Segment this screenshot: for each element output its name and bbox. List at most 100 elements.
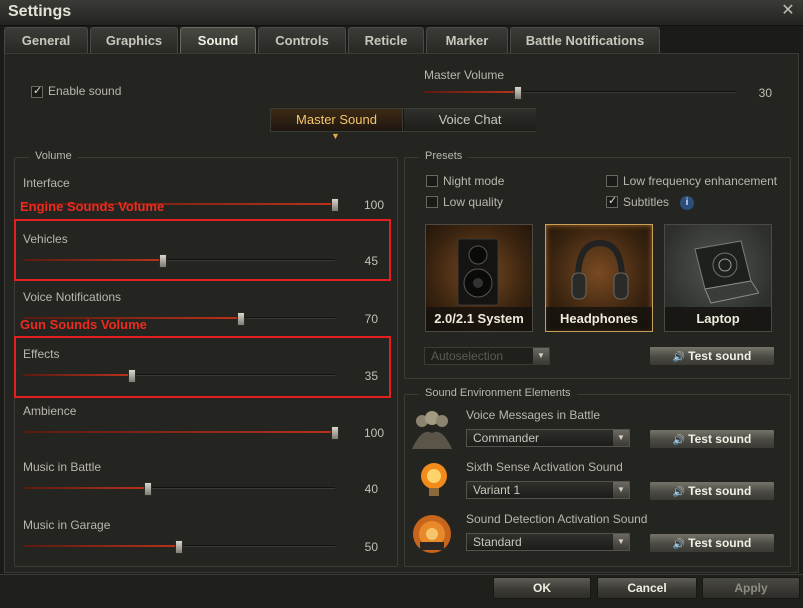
lightbulb-icon bbox=[421, 463, 447, 496]
enable-sound-checkbox[interactable] bbox=[31, 84, 43, 98]
presets-test-sound-button[interactable]: 🔊 Test sound bbox=[649, 346, 775, 366]
music-in-battle-value: 40 bbox=[364, 482, 378, 496]
voice-messages-label: Voice Messages in Battle bbox=[466, 408, 601, 422]
gun-sounds-annotation: Gun Sounds Volume bbox=[20, 317, 147, 332]
sixth-sense-value: Variant 1 bbox=[473, 483, 521, 497]
enable-sound-label: Enable sound bbox=[48, 84, 122, 98]
night-mode-checkbox[interactable] bbox=[426, 175, 438, 187]
tab-sound[interactable]: Sound bbox=[180, 27, 256, 54]
cancel-button[interactable]: Cancel bbox=[597, 577, 697, 599]
preset-card-label: Headphones bbox=[546, 307, 652, 331]
low-quality-checkbox[interactable] bbox=[426, 196, 438, 208]
subtitles-checkbox[interactable] bbox=[606, 194, 618, 208]
sound-detection-value: Standard bbox=[473, 535, 522, 549]
ambience-value: 100 bbox=[363, 426, 384, 440]
mode-switch: Master Sound Voice Chat ▼ bbox=[270, 108, 536, 141]
music-in-battle-slider[interactable] bbox=[23, 482, 335, 496]
radar-icon bbox=[413, 515, 451, 553]
subtitles-label: Subtitles bbox=[623, 195, 670, 209]
slider-thumb[interactable] bbox=[237, 312, 246, 326]
music-in-garage-slider[interactable] bbox=[23, 540, 335, 554]
night-mode-label: Night mode bbox=[443, 174, 505, 188]
volume-group-title: Volume bbox=[29, 150, 78, 162]
slider-thumb[interactable] bbox=[143, 482, 152, 496]
tab-controls[interactable]: Controls bbox=[258, 27, 346, 53]
caret-down-icon: ▼ bbox=[331, 131, 340, 141]
music-in-garage-value: 50 bbox=[364, 540, 378, 554]
slider-thumb[interactable] bbox=[331, 426, 339, 440]
sound-detection-dropdown[interactable]: Standard ▼ bbox=[466, 533, 630, 551]
crew-icon bbox=[412, 411, 452, 449]
tab-reticle[interactable]: Reticle bbox=[348, 27, 424, 53]
slider-thumb[interactable] bbox=[513, 86, 522, 100]
interface-label: Interface bbox=[23, 176, 70, 190]
ok-button[interactable]: OK bbox=[493, 577, 591, 599]
music-in-garage-label: Music in Garage bbox=[23, 518, 111, 532]
slider-fill bbox=[23, 487, 148, 489]
master-sound-toggle[interactable]: Master Sound bbox=[271, 109, 403, 131]
autoselection-value: Autoselection bbox=[431, 349, 504, 363]
voice-chat-toggle[interactable]: Voice Chat bbox=[404, 109, 536, 131]
ambience-slider[interactable] bbox=[23, 426, 339, 440]
preset-card-system[interactable]: 2.0/2.1 System bbox=[425, 224, 533, 332]
music-in-battle-label: Music in Battle bbox=[23, 460, 102, 474]
master-volume-slider[interactable] bbox=[424, 86, 736, 100]
voice-messages-test-button[interactable]: 🔊 Test sound bbox=[649, 429, 775, 449]
effects-highlight-box bbox=[14, 336, 391, 398]
info-icon[interactable]: i bbox=[680, 196, 694, 210]
speaker-small-icon: 🔊 bbox=[672, 539, 686, 550]
sound-detection-test-button[interactable]: 🔊 Test sound bbox=[649, 533, 775, 553]
chevron-down-icon: ▼ bbox=[533, 348, 549, 364]
chevron-down-icon: ▼ bbox=[613, 482, 629, 498]
title-bar: Settings ✕ bbox=[0, 0, 803, 26]
sound-detection-label: Sound Detection Activation Sound bbox=[466, 512, 648, 526]
low-frequency-checkbox[interactable] bbox=[606, 175, 618, 187]
test-sound-label: Test sound bbox=[688, 349, 752, 363]
speaker-small-icon: 🔊 bbox=[672, 352, 686, 363]
ambience-label: Ambience bbox=[23, 404, 77, 418]
sound-environment-title: Sound Environment Elements bbox=[419, 387, 577, 399]
voice-messages-dropdown[interactable]: Commander ▼ bbox=[466, 429, 630, 447]
master-volume-label: Master Volume bbox=[424, 68, 505, 82]
test-sound-label: Test sound bbox=[688, 536, 752, 550]
tab-battle-notifications[interactable]: Battle Notifications bbox=[510, 27, 660, 53]
presets-group-title: Presets bbox=[419, 150, 469, 162]
master-volume-value: 30 bbox=[758, 86, 772, 100]
slider-thumb[interactable] bbox=[331, 198, 339, 212]
window-title: Settings bbox=[8, 3, 72, 20]
preset-card-label: Laptop bbox=[665, 307, 771, 331]
chevron-down-icon: ▼ bbox=[613, 430, 629, 446]
low-frequency-label: Low frequency enhancement bbox=[623, 174, 778, 188]
laptop-icon bbox=[694, 240, 759, 304]
sixth-sense-label: Sixth Sense Activation Sound bbox=[466, 460, 623, 474]
preset-card-laptop[interactable]: Laptop bbox=[664, 224, 772, 332]
tab-bar: General Graphics Sound Controls Reticle … bbox=[4, 27, 799, 54]
sixth-sense-dropdown[interactable]: Variant 1 ▼ bbox=[466, 481, 630, 499]
slider-thumb[interactable] bbox=[175, 540, 183, 554]
test-sound-label: Test sound bbox=[688, 432, 752, 446]
vehicles-highlight-box bbox=[14, 219, 391, 281]
tab-marker[interactable]: Marker bbox=[426, 27, 508, 53]
apply-button[interactable]: Apply bbox=[702, 577, 800, 599]
speaker-small-icon: 🔊 bbox=[672, 487, 686, 498]
interface-value: 100 bbox=[363, 198, 384, 212]
low-quality-label: Low quality bbox=[443, 195, 504, 209]
preset-card-label: 2.0/2.1 System bbox=[426, 307, 532, 331]
voice-notifications-label: Voice Notifications bbox=[23, 290, 122, 304]
speaker-icon bbox=[457, 238, 499, 306]
headphones-icon bbox=[571, 239, 629, 300]
voice-notifications-value: 70 bbox=[364, 312, 378, 326]
tab-general[interactable]: General bbox=[4, 27, 88, 53]
test-sound-label: Test sound bbox=[688, 484, 752, 498]
close-icon[interactable]: ✕ bbox=[779, 2, 797, 20]
chevron-down-icon: ▼ bbox=[613, 534, 629, 550]
voice-messages-value: Commander bbox=[473, 431, 540, 445]
engine-sounds-annotation: Engine Sounds Volume bbox=[20, 199, 165, 214]
autoselection-dropdown: Autoselection ▼ bbox=[424, 347, 550, 365]
preset-card-headphones[interactable]: Headphones bbox=[545, 224, 653, 332]
tab-graphics[interactable]: Graphics bbox=[90, 27, 178, 53]
slider-fill bbox=[23, 431, 335, 433]
sixth-sense-test-button[interactable]: 🔊 Test sound bbox=[649, 481, 775, 501]
slider-fill bbox=[424, 91, 518, 93]
slider-fill bbox=[23, 545, 179, 547]
